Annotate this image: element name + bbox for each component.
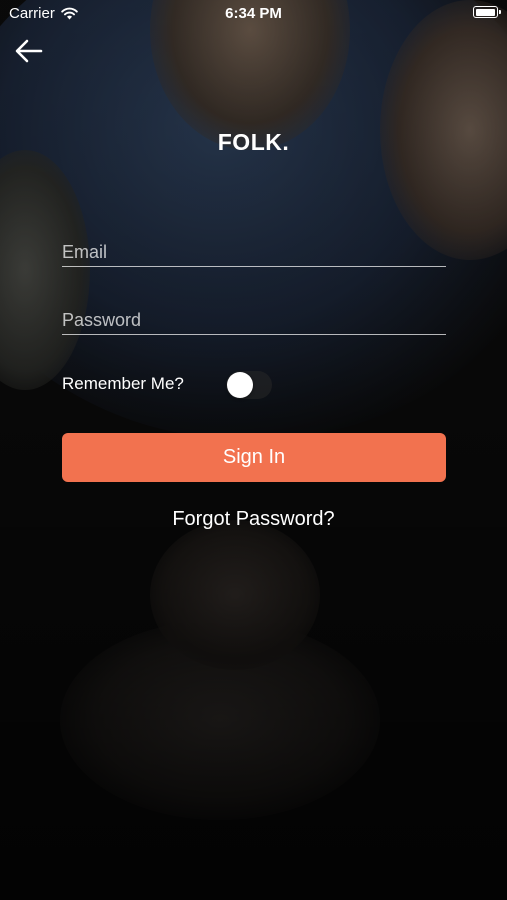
sign-in-button[interactable]: Sign In [62,433,446,482]
arrow-left-icon [15,39,43,63]
remember-me-toggle[interactable] [226,371,272,399]
status-bar: Carrier 6:34 PM [0,0,507,28]
remember-me-label: Remember Me? [62,374,184,393]
toggle-knob [227,372,253,398]
password-input[interactable] [62,294,446,340]
password-field[interactable] [62,294,446,340]
email-field[interactable] [62,226,446,272]
brand-logo: FOLK. [217,129,290,155]
status-time: 6:34 PM [225,5,282,22]
email-input[interactable] [62,226,446,272]
forgot-password-link[interactable]: Forgot Password? [0,508,507,531]
back-button[interactable] [14,38,44,64]
battery-icon [473,6,501,18]
